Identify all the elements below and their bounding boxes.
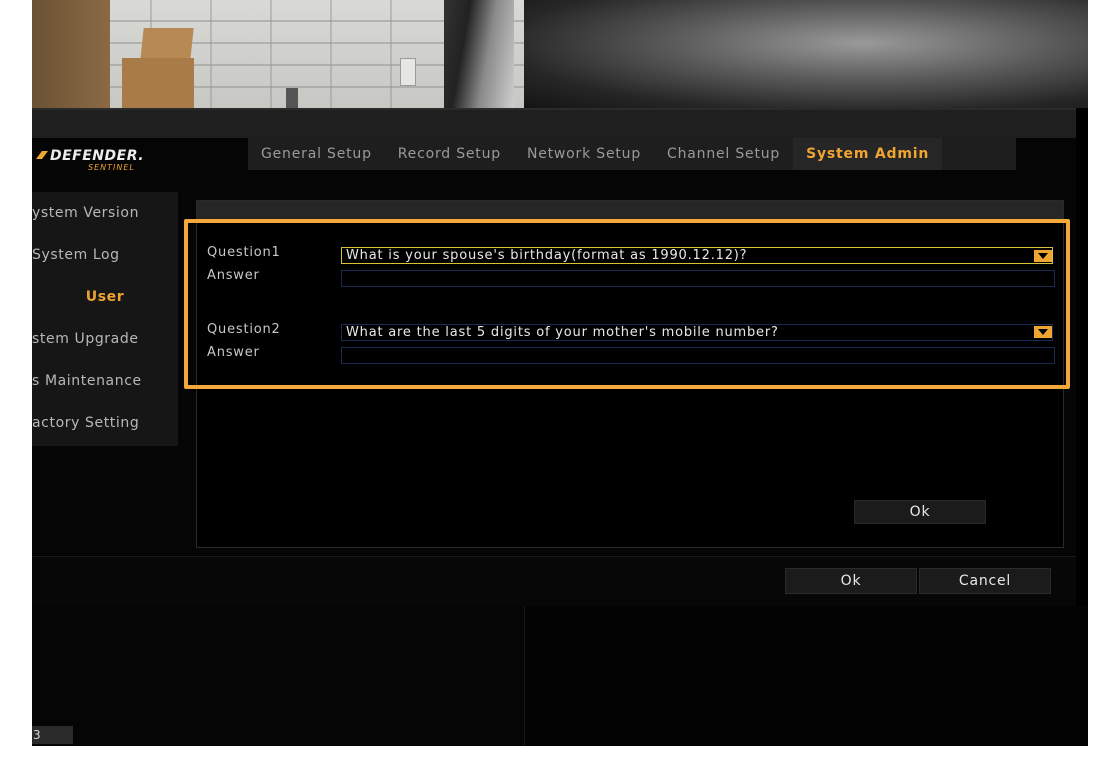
brand-subtitle: SENTINEL — [88, 163, 135, 172]
camera-feed-bottom-right — [524, 606, 1088, 746]
sidebar-item-system-upgrade[interactable]: stem Upgrade — [32, 318, 178, 360]
panel-header — [197, 201, 1063, 221]
tab-system-admin[interactable]: System Admin — [793, 138, 943, 170]
tab-channel-setup[interactable]: Channel Setup — [654, 138, 793, 170]
camera-box — [122, 58, 194, 108]
answer2-input[interactable] — [341, 347, 1055, 364]
sidebar-item-factory-setting[interactable]: actory Setting — [32, 402, 178, 444]
defender-logo-icon — [36, 151, 48, 159]
camera-outlet — [400, 58, 416, 86]
sidebar: ystem Version System Log User stem Upgra… — [32, 192, 178, 446]
security-ok-button[interactable]: Ok — [854, 500, 986, 524]
camera-box — [140, 28, 194, 60]
question1-select[interactable]: What is your spouse's birthday(format as… — [341, 247, 1053, 264]
dvr-screen: 3 DEFENDER. SENTINEL General Setup Recor… — [32, 0, 1088, 746]
question1-label: Question1 — [207, 245, 281, 260]
camera-outlet — [286, 88, 298, 108]
channel-number-label: 3 — [32, 726, 73, 744]
system-admin-dialog: DEFENDER. SENTINEL General Setup Record … — [32, 108, 1076, 606]
brand-name: DEFENDER. — [50, 148, 145, 164]
answer1-label: Answer — [207, 268, 260, 283]
dialog-cancel-button[interactable]: Cancel — [919, 568, 1051, 594]
sidebar-item-user[interactable]: User — [32, 276, 178, 318]
sidebar-item-system-log[interactable]: System Log — [32, 234, 178, 276]
tab-record-setup[interactable]: Record Setup — [385, 138, 514, 170]
question2-label: Question2 — [207, 322, 281, 337]
question2-select[interactable]: What are the last 5 digits of your mothe… — [341, 324, 1053, 341]
camera-wall-area — [32, 0, 110, 108]
camera-pole — [444, 0, 514, 108]
camera-feed-top-right — [524, 0, 1088, 108]
tab-bar: General Setup Record Setup Network Setup… — [248, 138, 1016, 170]
sidebar-item-system-version[interactable]: ystem Version — [32, 192, 178, 234]
answer2-label: Answer — [207, 345, 260, 360]
dialog-title-bar — [32, 108, 1076, 138]
chevron-down-icon[interactable] — [1034, 250, 1052, 262]
tab-general-setup[interactable]: General Setup — [248, 138, 385, 170]
brand-logo: DEFENDER. SENTINEL — [36, 148, 178, 180]
camera-feed-bottom-left — [32, 606, 524, 746]
chevron-down-icon[interactable] — [1034, 326, 1052, 338]
dialog-ok-button[interactable]: Ok — [785, 568, 917, 594]
tab-network-setup[interactable]: Network Setup — [514, 138, 654, 170]
answer1-input[interactable] — [341, 270, 1055, 287]
camera-feed-top-left — [32, 0, 524, 108]
sidebar-item-maintenance[interactable]: s Maintenance — [32, 360, 178, 402]
